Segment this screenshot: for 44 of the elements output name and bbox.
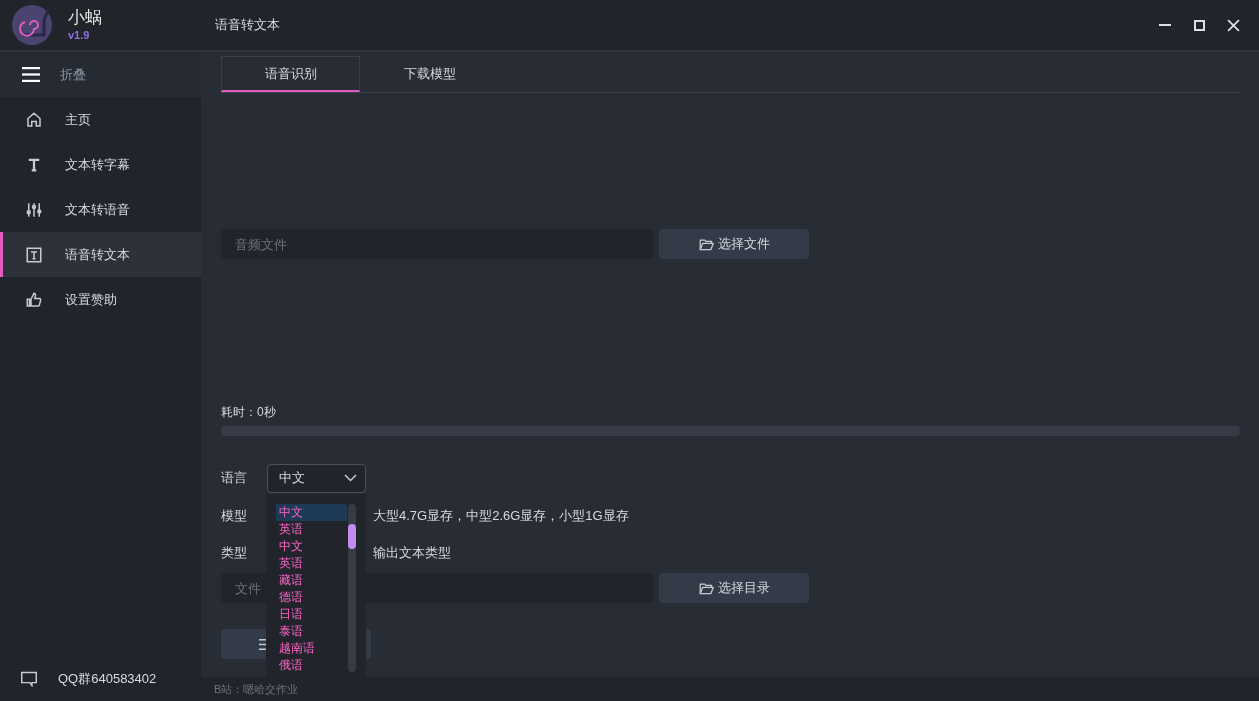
model-label: 模型 (221, 506, 247, 525)
language-option[interactable]: 俄语 (276, 656, 347, 674)
sidebar-item[interactable]: 文本转字幕 (0, 142, 201, 187)
sidebar-item[interactable]: 文本转语音 (0, 187, 201, 232)
list-icon (259, 638, 269, 650)
app-version: v1.9 (68, 30, 91, 41)
language-option[interactable]: 藏语 (276, 571, 347, 589)
language-label: 语言 (221, 469, 248, 488)
folder-icon (698, 581, 714, 595)
status-text: B站：嗯哈交作业 (214, 681, 299, 697)
collapse-button[interactable]: 折叠 (0, 52, 201, 97)
choose-file-button[interactable]: 选择文件 (659, 229, 809, 259)
snail-logo-icon (12, 5, 52, 45)
audio-file-field[interactable]: 音频文件 (221, 229, 653, 259)
language-option[interactable]: 泰语 (276, 622, 347, 640)
menu-icon (22, 67, 40, 82)
chat-icon (20, 670, 38, 687)
tab[interactable]: 语音识别 (221, 56, 360, 92)
chevron-down-icon (344, 474, 357, 482)
elapsed-time: 耗时：0秒 (221, 404, 277, 419)
model-hint: 大型4.7G显存，中型2.6G显存，小型1G显存 (373, 506, 629, 525)
folder-icon (698, 237, 714, 251)
sidebar-item[interactable]: 语音转文本 (0, 232, 201, 277)
language-option[interactable]: 中文 (276, 537, 347, 555)
qq-group-link[interactable]: QQ群640583402 (0, 656, 201, 701)
tab[interactable]: 下载模型 (360, 56, 499, 92)
language-option[interactable]: 越南语 (276, 639, 347, 657)
home-icon (25, 110, 43, 129)
thumbs-up-icon (25, 290, 43, 309)
type-hint: 输出文本类型 (373, 543, 451, 562)
app-name: 小蜗 (68, 9, 102, 26)
window-title: 语音转文本 (215, 16, 281, 35)
language-option[interactable]: 中文 (276, 503, 347, 521)
language-dropdown[interactable]: 中文 (267, 463, 366, 493)
choose-folder-button[interactable]: 选择目录 (659, 573, 809, 603)
language-option[interactable]: 德语 (276, 588, 347, 606)
sidebar-item[interactable]: 主页 (0, 97, 201, 142)
language-option[interactable]: 日语 (276, 605, 347, 623)
text-box-icon (25, 245, 43, 264)
sliders-icon (25, 200, 43, 219)
language-option[interactable]: 英语 (276, 554, 347, 572)
sidebar-item[interactable]: 设置赞助 (0, 277, 201, 322)
language-option[interactable]: 英语 (276, 520, 347, 538)
type-label: 类型 (221, 543, 247, 562)
